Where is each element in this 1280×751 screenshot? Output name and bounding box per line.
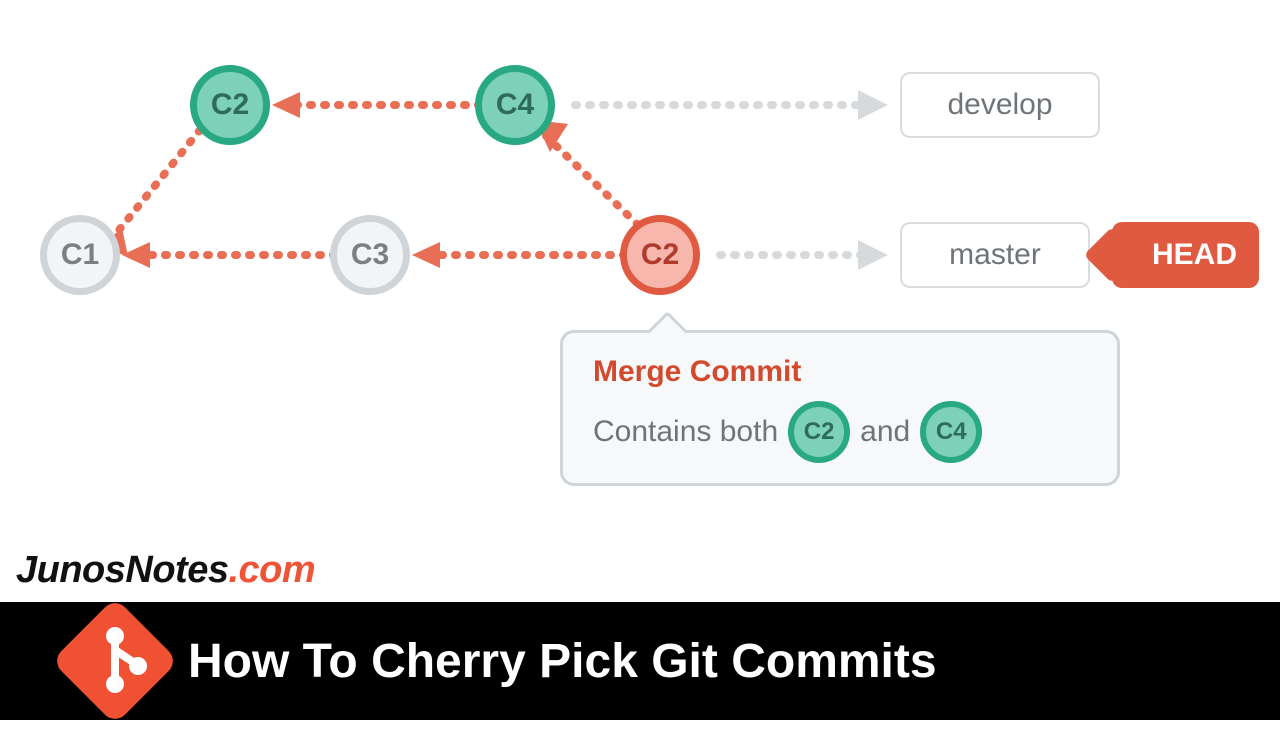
branch-label-develop: develop <box>900 72 1100 138</box>
commit-node-c3: C3 <box>330 215 410 295</box>
callout-ref-c2: C2 <box>788 401 850 463</box>
merge-commit-callout: Merge Commit Contains both C2 and C4 <box>560 330 1120 486</box>
callout-body: Contains both C2 and C4 <box>593 401 1087 463</box>
git-icon <box>51 597 178 724</box>
branch-label-master: master <box>900 222 1090 288</box>
commit-label: C1 <box>61 238 99 272</box>
commit-label: C4 <box>496 88 534 122</box>
callout-title: Merge Commit <box>593 355 1087 389</box>
commit-label: C2 <box>641 238 679 272</box>
commit-node-merge: C2 <box>620 215 700 295</box>
site-name: JunosNotes.com <box>16 549 315 592</box>
footer-bar: How To Cherry Pick Git Commits <box>0 602 1280 720</box>
diagram-canvas: C1 C2 C3 C4 C2 develop master HEAD Merge… <box>0 0 1280 720</box>
commit-node-c1: C1 <box>40 215 120 295</box>
callout-ref-c4: C4 <box>920 401 982 463</box>
commit-label: C3 <box>351 238 389 272</box>
commit-node-c2-develop: C2 <box>190 65 270 145</box>
footer-title: How To Cherry Pick Git Commits <box>188 634 937 689</box>
commit-label: C2 <box>211 88 249 122</box>
commit-node-c4: C4 <box>475 65 555 145</box>
head-tag: HEAD <box>1112 222 1259 288</box>
